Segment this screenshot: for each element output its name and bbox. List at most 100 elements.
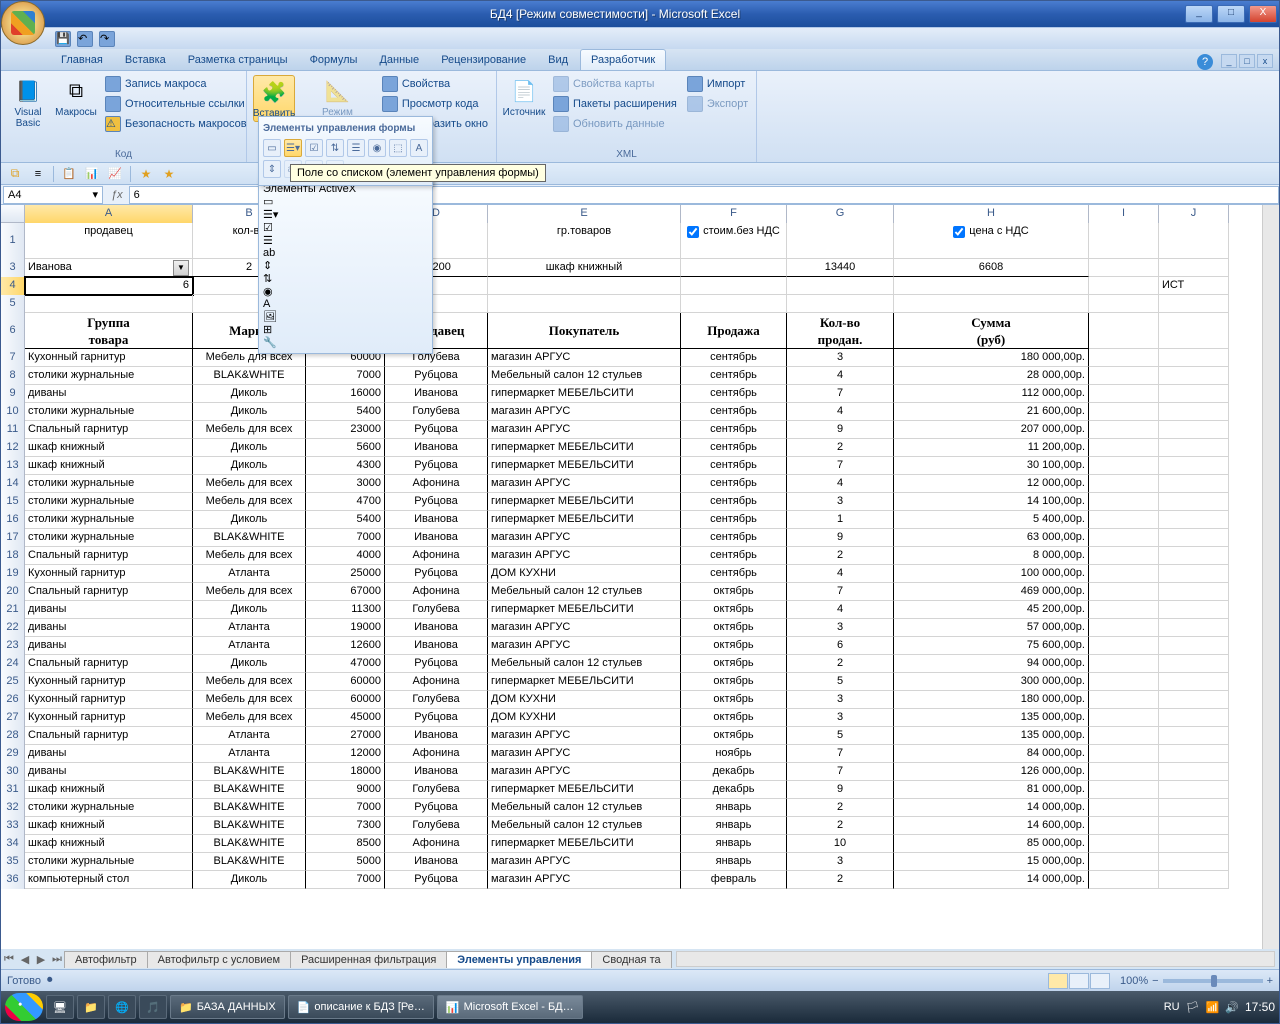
cell[interactable]: 60000 (306, 691, 385, 709)
cell[interactable] (1089, 763, 1159, 781)
cell[interactable]: 9000 (306, 781, 385, 799)
cell[interactable]: октябрь (681, 727, 787, 745)
cell[interactable]: Диколь (193, 385, 306, 403)
cell[interactable]: Диколь (193, 403, 306, 421)
xml-export-button[interactable]: Экспорт (685, 95, 750, 113)
macro-record-icon[interactable]: ⏺ (47, 974, 53, 987)
cell[interactable] (1159, 601, 1229, 619)
cell[interactable]: 45000 (306, 709, 385, 727)
cell[interactable]: 11 200,00р. (894, 439, 1089, 457)
cell[interactable]: Иванова (385, 439, 488, 457)
cell[interactable]: декабрь (681, 781, 787, 799)
cell[interactable]: магазин АРГУС (488, 745, 681, 763)
cell[interactable]: столики журнальные (25, 403, 193, 421)
cell[interactable]: столики журнальные (25, 529, 193, 547)
xml-source-button[interactable]: 📄Источник (503, 75, 545, 120)
view-page-break-button[interactable] (1090, 973, 1110, 989)
cell[interactable]: Группа товара (25, 313, 193, 349)
tray-lang[interactable]: RU (1164, 1001, 1180, 1013)
row-header[interactable]: 21 (1, 601, 25, 619)
cell[interactable]: Мебель для всех (193, 493, 306, 511)
cell[interactable] (1159, 385, 1229, 403)
tb2-btn[interactable]: 📊 (82, 165, 102, 183)
col-header[interactable]: E (488, 205, 681, 223)
cell[interactable]: Иванова (385, 511, 488, 529)
checkbox-with-vat[interactable]: цена с НДС (953, 223, 1028, 240)
cell[interactable]: январь (681, 853, 787, 871)
cell[interactable]: Иванова (385, 727, 488, 745)
cell[interactable] (1159, 673, 1229, 691)
taskbar-pinned-icon[interactable]: 📁 (77, 995, 105, 1019)
cell[interactable]: ноябрь (681, 745, 787, 763)
cell[interactable]: 15 000,00р. (894, 853, 1089, 871)
cell[interactable]: цена с НДС (894, 223, 1089, 259)
cell[interactable]: 207 000,00р. (894, 421, 1089, 439)
sheet-nav-last[interactable]: ⏭ (49, 953, 65, 966)
tb2-star-icon[interactable]: ★ (159, 165, 179, 183)
tab-data[interactable]: Данные (369, 50, 429, 70)
cell[interactable] (1159, 511, 1229, 529)
cell[interactable]: 3000 (306, 475, 385, 493)
cell[interactable]: 9 (787, 421, 894, 439)
cell[interactable] (1089, 691, 1159, 709)
combobox-dropdown-icon[interactable]: ▼ (173, 260, 189, 276)
cell[interactable] (681, 259, 787, 277)
col-header[interactable]: J (1159, 205, 1229, 223)
row-header[interactable]: 31 (1, 781, 25, 799)
cell[interactable]: Афонина (385, 475, 488, 493)
cell[interactable]: 9 (787, 781, 894, 799)
cell[interactable] (1159, 493, 1229, 511)
row-header[interactable]: 20 (1, 583, 25, 601)
cell[interactable]: магазин АРГУС (488, 421, 681, 439)
cell[interactable]: шкаф книжный (25, 457, 193, 475)
cell[interactable] (1159, 835, 1229, 853)
ax-label-icon[interactable]: A (263, 298, 428, 310)
maximize-button[interactable]: □ (1217, 5, 1245, 23)
cell[interactable]: Афонина (385, 547, 488, 565)
view-normal-button[interactable] (1048, 973, 1068, 989)
cell[interactable]: 14 000,00р. (894, 799, 1089, 817)
ax-more-icon[interactable]: 🔧 (263, 336, 428, 349)
cell[interactable]: 4 (787, 403, 894, 421)
cell[interactable]: шкаф книжный (25, 817, 193, 835)
taskbar-task[interactable]: 📁 БАЗА ДАННЫХ (170, 995, 285, 1019)
cell[interactable] (1089, 295, 1159, 313)
cell[interactable] (1159, 871, 1229, 889)
cell[interactable]: октябрь (681, 637, 787, 655)
cell[interactable]: 63 000,00р. (894, 529, 1089, 547)
cell[interactable]: 7 (787, 583, 894, 601)
xml-refresh-button[interactable]: Обновить данные (551, 115, 679, 133)
tray-flag-icon[interactable]: 🏳 (1186, 1001, 1200, 1014)
row-header[interactable]: 22 (1, 619, 25, 637)
seller-combobox[interactable]: Иванова▼ (28, 259, 189, 276)
cell[interactable]: Рубцова (385, 457, 488, 475)
cell[interactable]: 180 000,00р. (894, 349, 1089, 367)
cell[interactable]: столики журнальные (25, 475, 193, 493)
cell[interactable]: 180 000,00р. (894, 691, 1089, 709)
cell[interactable]: 81 000,00р. (894, 781, 1089, 799)
cell[interactable]: гипермаркет МЕБЕЛЬСИТИ (488, 673, 681, 691)
cell[interactable]: Мебельный салон 12 стульев (488, 817, 681, 835)
cell[interactable]: 8500 (306, 835, 385, 853)
cell[interactable] (488, 277, 681, 295)
cell[interactable]: гипермаркет МЕБЕЛЬСИТИ (488, 385, 681, 403)
qat-redo-icon[interactable]: ↷ (99, 31, 115, 47)
cell[interactable]: Мебельный салон 12 стульев (488, 799, 681, 817)
sheet-nav-first[interactable]: ⏮ (1, 953, 17, 966)
tb2-star-icon[interactable]: ★ (136, 165, 156, 183)
cell[interactable]: магазин АРГУС (488, 619, 681, 637)
tb2-btn[interactable]: ≡ (28, 165, 48, 183)
cell[interactable] (1089, 619, 1159, 637)
cell[interactable]: 16000 (306, 385, 385, 403)
cell[interactable]: 4700 (306, 493, 385, 511)
cell[interactable]: 21 600,00р. (894, 403, 1089, 421)
cell[interactable]: шкаф книжный (488, 259, 681, 277)
xml-expansion-button[interactable]: Пакеты расширения (551, 95, 679, 113)
row-header[interactable]: 10 (1, 403, 25, 421)
cell[interactable] (1089, 385, 1159, 403)
help-button[interactable]: ? (1197, 54, 1213, 70)
cell[interactable]: октябрь (681, 691, 787, 709)
cell[interactable]: 12 000,00р. (894, 475, 1089, 493)
cell[interactable]: магазин АРГУС (488, 637, 681, 655)
cell[interactable] (1159, 691, 1229, 709)
